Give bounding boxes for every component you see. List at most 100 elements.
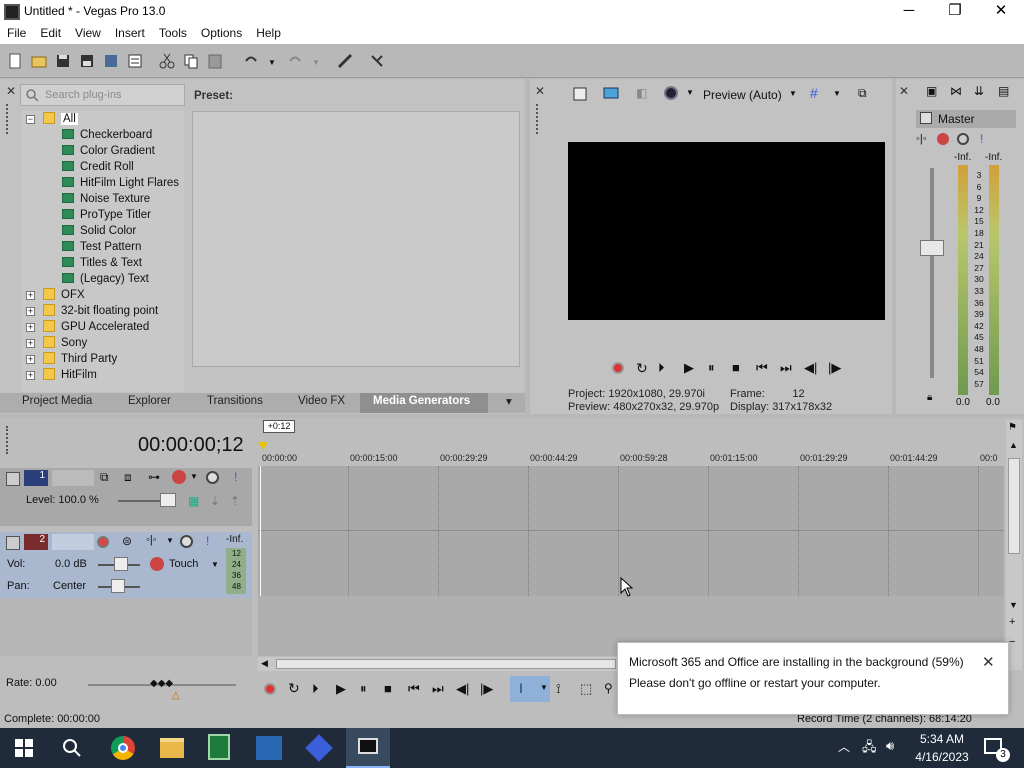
track-motion-icon[interactable]: ⧉ — [100, 470, 109, 485]
close-master-icon[interactable]: ✕ — [899, 84, 909, 98]
scroll-up-icon[interactable]: ▲ — [1009, 440, 1018, 450]
preset-area[interactable] — [192, 111, 520, 367]
timecode-display[interactable]: 00:00:00;12 — [138, 434, 244, 457]
tree-item-noise-texture[interactable]: Noise Texture — [62, 191, 150, 207]
menu-edit[interactable]: Edit — [33, 24, 68, 40]
level-slider-thumb[interactable] — [160, 493, 176, 507]
video-track-header[interactable]: 1 ⧉ ⧈ ⊶ ▼ ! Level: 100.0 % ▦ ⇣ ⇡ — [0, 468, 252, 526]
master-fx-icon[interactable] — [920, 112, 932, 124]
play-icon[interactable]: ▶ — [336, 681, 346, 697]
bypass-motion-blur-icon[interactable]: ▦ — [188, 494, 199, 508]
chrome-icon[interactable] — [111, 736, 135, 760]
external-monitor-icon[interactable] — [602, 86, 620, 102]
project-settings-icon[interactable] — [572, 86, 588, 102]
menu-tools[interactable]: Tools — [152, 24, 194, 40]
marker-flag-icon[interactable]: ⚑ — [1008, 422, 1017, 433]
master-pan-icon[interactable]: ◦|◦ — [916, 133, 927, 145]
save-as-icon[interactable] — [78, 52, 96, 70]
tree-item-legacy-text[interactable]: (Legacy) Text — [62, 271, 149, 287]
previous-frame-icon[interactable]: ◀| — [456, 681, 469, 697]
collapse-icon[interactable]: − — [26, 115, 35, 124]
pause-icon[interactable]: ⏸ — [708, 360, 715, 376]
loop-playback-icon[interactable]: ↻ — [636, 360, 648, 377]
tab-project-media[interactable]: Project Media — [22, 395, 92, 407]
vegas-taskbar-button[interactable] — [346, 728, 390, 768]
invert-phase-icon[interactable]: ⊜ — [122, 534, 132, 548]
properties-icon[interactable] — [126, 52, 144, 70]
expand-icon[interactable]: + — [26, 371, 35, 380]
scroll-down-icon[interactable]: ▼ — [1009, 600, 1018, 610]
tree-item-ofx[interactable]: + OFX — [26, 287, 85, 303]
track-minimize-icon[interactable] — [6, 472, 20, 486]
compositing-mode-icon[interactable]: ⧈ — [124, 470, 132, 485]
office-installer-icon[interactable] — [256, 736, 282, 760]
tab-overflow-icon[interactable]: ▾ — [506, 394, 512, 408]
expand-icon[interactable]: + — [26, 307, 35, 316]
automation-mode[interactable]: Touch — [169, 558, 198, 570]
go-to-start-icon[interactable]: ⏮ — [408, 681, 420, 697]
master-fader-thumb[interactable] — [920, 240, 944, 256]
solo-icon[interactable]: ! — [234, 470, 237, 484]
tab-video-fx[interactable]: Video FX — [298, 395, 345, 407]
file-explorer-icon[interactable] — [160, 738, 184, 758]
minimize-button[interactable]: ─ — [886, 0, 932, 24]
panel-grip[interactable] — [6, 104, 12, 134]
tree-item-gpu-accelerated[interactable]: + GPU Accelerated — [26, 319, 149, 335]
automation-mode-dropdown-icon[interactable]: ▼ — [211, 560, 219, 569]
stop-icon[interactable]: ■ — [384, 681, 392, 696]
scroll-left-icon[interactable]: ◀ — [261, 658, 268, 669]
enable-snapping-icon[interactable] — [336, 52, 354, 70]
close-button[interactable]: ✕ — [978, 0, 1024, 24]
time-ruler[interactable]: 00:00:00 00:00:15:00 00:00:29:29 00:00:4… — [258, 450, 1004, 466]
expand-icon[interactable]: + — [26, 323, 35, 332]
automation-dropdown-icon[interactable]: ▼ — [166, 536, 174, 545]
tree-item-solid-color[interactable]: Solid Color — [62, 223, 136, 239]
automation-icon[interactable]: ◦|◦ — [146, 534, 157, 546]
preview-mode[interactable]: Preview (Auto) — [703, 88, 782, 102]
record-icon[interactable] — [264, 683, 276, 695]
tray-overflow-icon[interactable]: ︿ — [838, 738, 850, 755]
empty-track-header-area[interactable] — [0, 598, 252, 656]
master-fx-chain-icon[interactable] — [937, 133, 949, 145]
search-plugins-field[interactable]: Search plug-ins — [20, 84, 185, 106]
maximize-button[interactable]: ❐ — [932, 0, 978, 24]
vegas-app-icon[interactable] — [4, 4, 20, 20]
zoom-tool-icon[interactable]: ⚲ — [604, 681, 613, 695]
envelope-tool-icon[interactable]: ⟟ — [556, 681, 561, 697]
tree-item-protype-titler[interactable]: ProType Titler — [62, 207, 151, 223]
selection-tool-icon[interactable]: ⬚ — [580, 681, 592, 697]
notification-close-icon[interactable]: ✕ — [982, 653, 995, 671]
scroll-thumb[interactable] — [1008, 458, 1020, 554]
close-panel-icon[interactable]: ✕ — [6, 84, 16, 98]
whats-this-help-icon[interactable] — [368, 52, 386, 70]
undo-dropdown-icon[interactable]: ▼ — [268, 58, 276, 67]
expand-icon[interactable]: + — [26, 339, 35, 348]
go-to-end-icon[interactable]: ⏭ — [432, 681, 444, 697]
loop-playback-icon[interactable]: ↻ — [288, 680, 300, 697]
new-project-icon[interactable] — [6, 52, 24, 70]
expand-icon[interactable]: + — [26, 355, 35, 364]
arm-record-icon[interactable] — [97, 536, 109, 548]
go-to-start-icon[interactable]: ⏮ — [756, 360, 768, 376]
track-name-field[interactable] — [52, 470, 94, 486]
master-mute-icon[interactable] — [957, 133, 969, 145]
record-icon[interactable] — [612, 362, 624, 374]
save-icon[interactable] — [54, 52, 72, 70]
tab-transitions[interactable]: Transitions — [207, 395, 263, 407]
overlays-icon[interactable]: # — [810, 85, 818, 101]
tree-item-sony[interactable]: + Sony — [26, 335, 87, 351]
preview-quality-icon[interactable] — [664, 86, 678, 100]
mute-icon[interactable] — [180, 535, 193, 548]
play-icon[interactable]: ▶ — [684, 360, 694, 376]
tree-item-all[interactable]: − All — [26, 111, 78, 127]
next-frame-icon[interactable]: |▶ — [828, 360, 841, 376]
redo-dropdown-icon[interactable]: ▼ — [312, 58, 320, 67]
track-fx-dropdown-icon[interactable]: ▼ — [190, 472, 198, 481]
menu-help[interactable]: Help — [249, 24, 288, 40]
track-minimize-icon[interactable] — [6, 536, 20, 550]
previous-frame-icon[interactable]: ◀| — [804, 360, 817, 376]
master-mixer-icon[interactable]: ▤ — [998, 84, 1009, 98]
copy-icon[interactable] — [182, 52, 200, 70]
collapse-track-icon[interactable]: ⇡ — [230, 494, 240, 508]
tree-item-hitfilm-light-flares[interactable]: HitFilm Light Flares — [62, 175, 179, 191]
